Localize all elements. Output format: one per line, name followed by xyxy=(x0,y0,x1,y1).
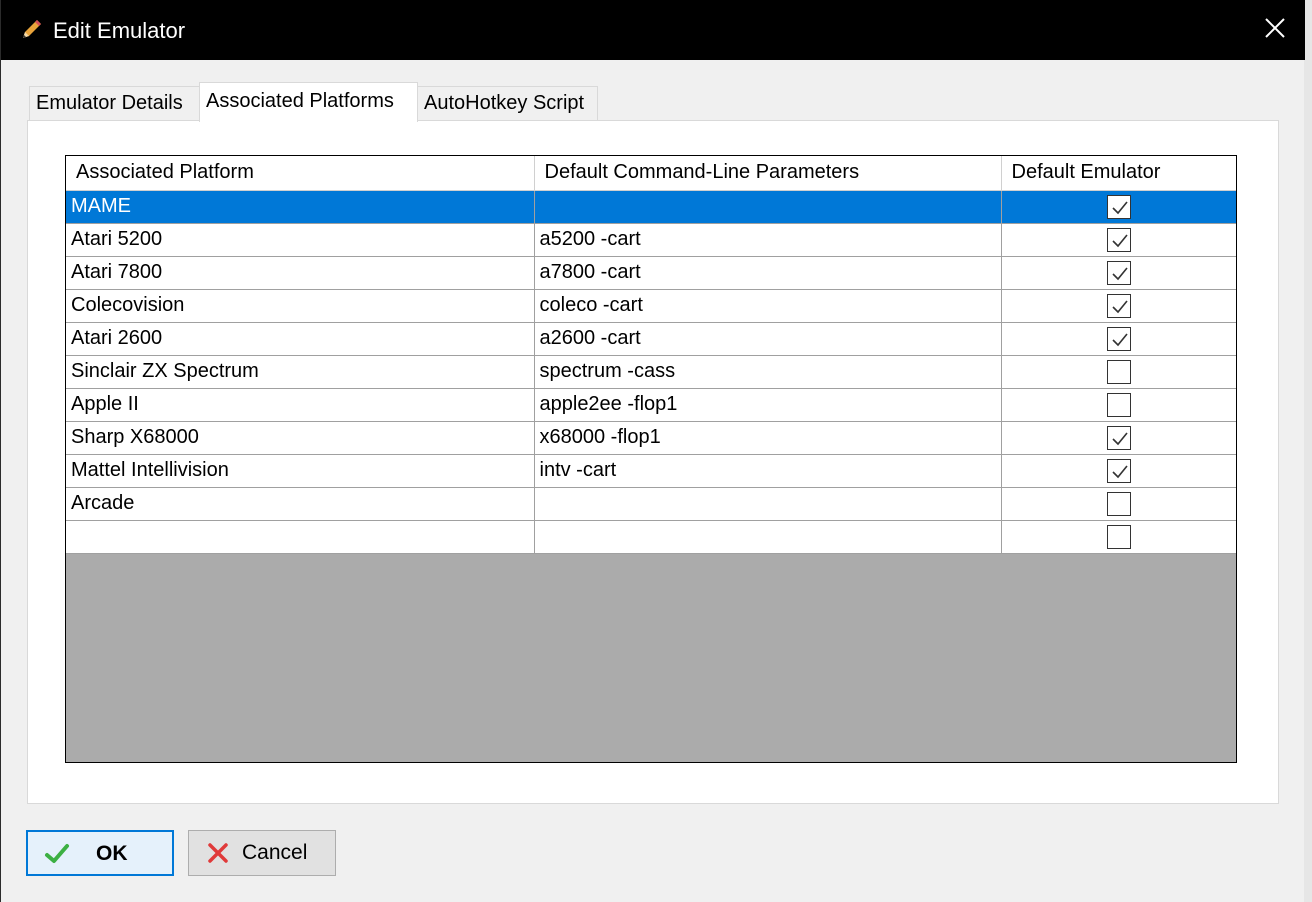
cell-params[interactable]: x68000 -flop1 xyxy=(534,421,1002,455)
background-window-edge-lower xyxy=(1304,0,1312,902)
cell-platform[interactable]: Arcade xyxy=(66,487,535,521)
cell-default xyxy=(1001,520,1236,554)
cell-platform[interactable]: Sharp X68000 xyxy=(66,421,535,455)
default-emulator-checkbox[interactable] xyxy=(1106,491,1131,516)
table-row[interactable]: Arcade xyxy=(66,487,1236,521)
tab-emulator-details[interactable]: Emulator Details xyxy=(29,86,200,121)
cancel-button[interactable]: Cancel xyxy=(188,830,336,876)
table-row[interactable] xyxy=(66,520,1236,554)
checkbox-check-icon xyxy=(1111,266,1128,280)
default-emulator-checkbox[interactable] xyxy=(1106,194,1131,219)
checkmark-icon xyxy=(44,843,70,871)
checkbox-check-icon xyxy=(1111,464,1128,478)
ok-label: OK xyxy=(96,842,128,865)
cell-params[interactable]: coleco -cart xyxy=(534,289,1002,323)
edit-emulator-dialog: Edit Emulator Emulator Details Associate… xyxy=(0,0,1305,902)
cell-params[interactable]: apple2ee -flop1 xyxy=(534,388,1002,422)
cell-platform[interactable]: Apple II xyxy=(66,388,535,422)
cell-platform[interactable]: Mattel Intellivision xyxy=(66,454,535,488)
tab-associated-platforms[interactable]: Associated Platforms xyxy=(199,82,418,122)
cell-default xyxy=(1001,223,1236,257)
cell-params[interactable]: a5200 -cart xyxy=(534,223,1002,257)
cell-default xyxy=(1001,421,1236,455)
cell-platform[interactable]: Atari 2600 xyxy=(66,322,535,356)
ok-button[interactable]: OK xyxy=(26,830,174,876)
column-header-platform[interactable]: Associated Platform xyxy=(66,156,535,191)
table-row[interactable]: Atari 5200 a5200 -cart xyxy=(66,223,1236,257)
checkbox-check-icon xyxy=(1111,200,1128,214)
cell-default xyxy=(1001,256,1236,290)
default-emulator-checkbox[interactable] xyxy=(1106,524,1131,549)
default-emulator-checkbox[interactable] xyxy=(1106,359,1131,384)
close-button[interactable] xyxy=(1245,0,1305,60)
cell-params[interactable] xyxy=(534,487,1002,521)
checkbox-check-icon xyxy=(1111,431,1128,445)
cell-platform[interactable] xyxy=(66,520,535,554)
checkbox-check-icon xyxy=(1111,299,1128,313)
column-header-default[interactable]: Default Emulator xyxy=(1001,156,1236,191)
cell-default xyxy=(1001,289,1236,323)
pencil-icon xyxy=(19,18,43,42)
table-row[interactable]: Sharp X68000 x68000 -flop1 xyxy=(66,421,1236,455)
window-title: Edit Emulator xyxy=(53,18,186,43)
platforms-grid[interactable]: Associated Platform Default Command-Line… xyxy=(65,155,1237,763)
table-row[interactable]: MAME xyxy=(66,190,1236,224)
cell-params[interactable]: a7800 -cart xyxy=(534,256,1002,290)
table-row[interactable]: Mattel Intellivision intv -cart xyxy=(66,454,1236,488)
grid-header-row: Associated Platform Default Command-Line… xyxy=(66,156,1236,191)
cell-params[interactable]: a2600 -cart xyxy=(534,322,1002,356)
cancel-label: Cancel xyxy=(242,841,308,864)
close-icon xyxy=(1264,17,1286,44)
table-row[interactable]: Apple II apple2ee -flop1 xyxy=(66,388,1236,422)
default-emulator-checkbox[interactable] xyxy=(1106,293,1131,318)
cell-default xyxy=(1001,190,1236,224)
cell-platform[interactable]: Atari 5200 xyxy=(66,223,535,257)
title-bar[interactable]: Edit Emulator xyxy=(1,0,1305,60)
default-emulator-checkbox[interactable] xyxy=(1106,392,1131,417)
table-row[interactable]: Atari 7800 a7800 -cart xyxy=(66,256,1236,290)
cell-params[interactable]: intv -cart xyxy=(534,454,1002,488)
cell-params[interactable] xyxy=(534,520,1002,554)
cell-platform[interactable]: Atari 7800 xyxy=(66,256,535,290)
x-icon xyxy=(207,842,229,870)
cell-default xyxy=(1001,322,1236,356)
default-emulator-checkbox[interactable] xyxy=(1106,326,1131,351)
table-row[interactable]: Colecovision coleco -cart xyxy=(66,289,1236,323)
default-emulator-checkbox[interactable] xyxy=(1106,458,1131,483)
checkbox-check-icon xyxy=(1111,332,1128,346)
default-emulator-checkbox[interactable] xyxy=(1106,227,1131,252)
cell-platform[interactable]: MAME xyxy=(66,190,535,224)
cell-default xyxy=(1001,454,1236,488)
default-emulator-checkbox[interactable] xyxy=(1106,425,1131,450)
cell-default xyxy=(1001,487,1236,521)
default-emulator-checkbox[interactable] xyxy=(1106,260,1131,285)
cell-params[interactable] xyxy=(534,190,1002,224)
cell-platform[interactable]: Colecovision xyxy=(66,289,535,323)
cell-params[interactable]: spectrum -cass xyxy=(534,355,1002,389)
tab-autohotkey-script[interactable]: AutoHotkey Script xyxy=(417,86,598,121)
cell-default xyxy=(1001,355,1236,389)
checkbox-check-icon xyxy=(1111,233,1128,247)
cell-default xyxy=(1001,388,1236,422)
table-row[interactable]: Sinclair ZX Spectrum spectrum -cass xyxy=(66,355,1236,389)
column-header-params[interactable]: Default Command-Line Parameters xyxy=(534,156,1002,191)
table-row[interactable]: Atari 2600 a2600 -cart xyxy=(66,322,1236,356)
cell-platform[interactable]: Sinclair ZX Spectrum xyxy=(66,355,535,389)
